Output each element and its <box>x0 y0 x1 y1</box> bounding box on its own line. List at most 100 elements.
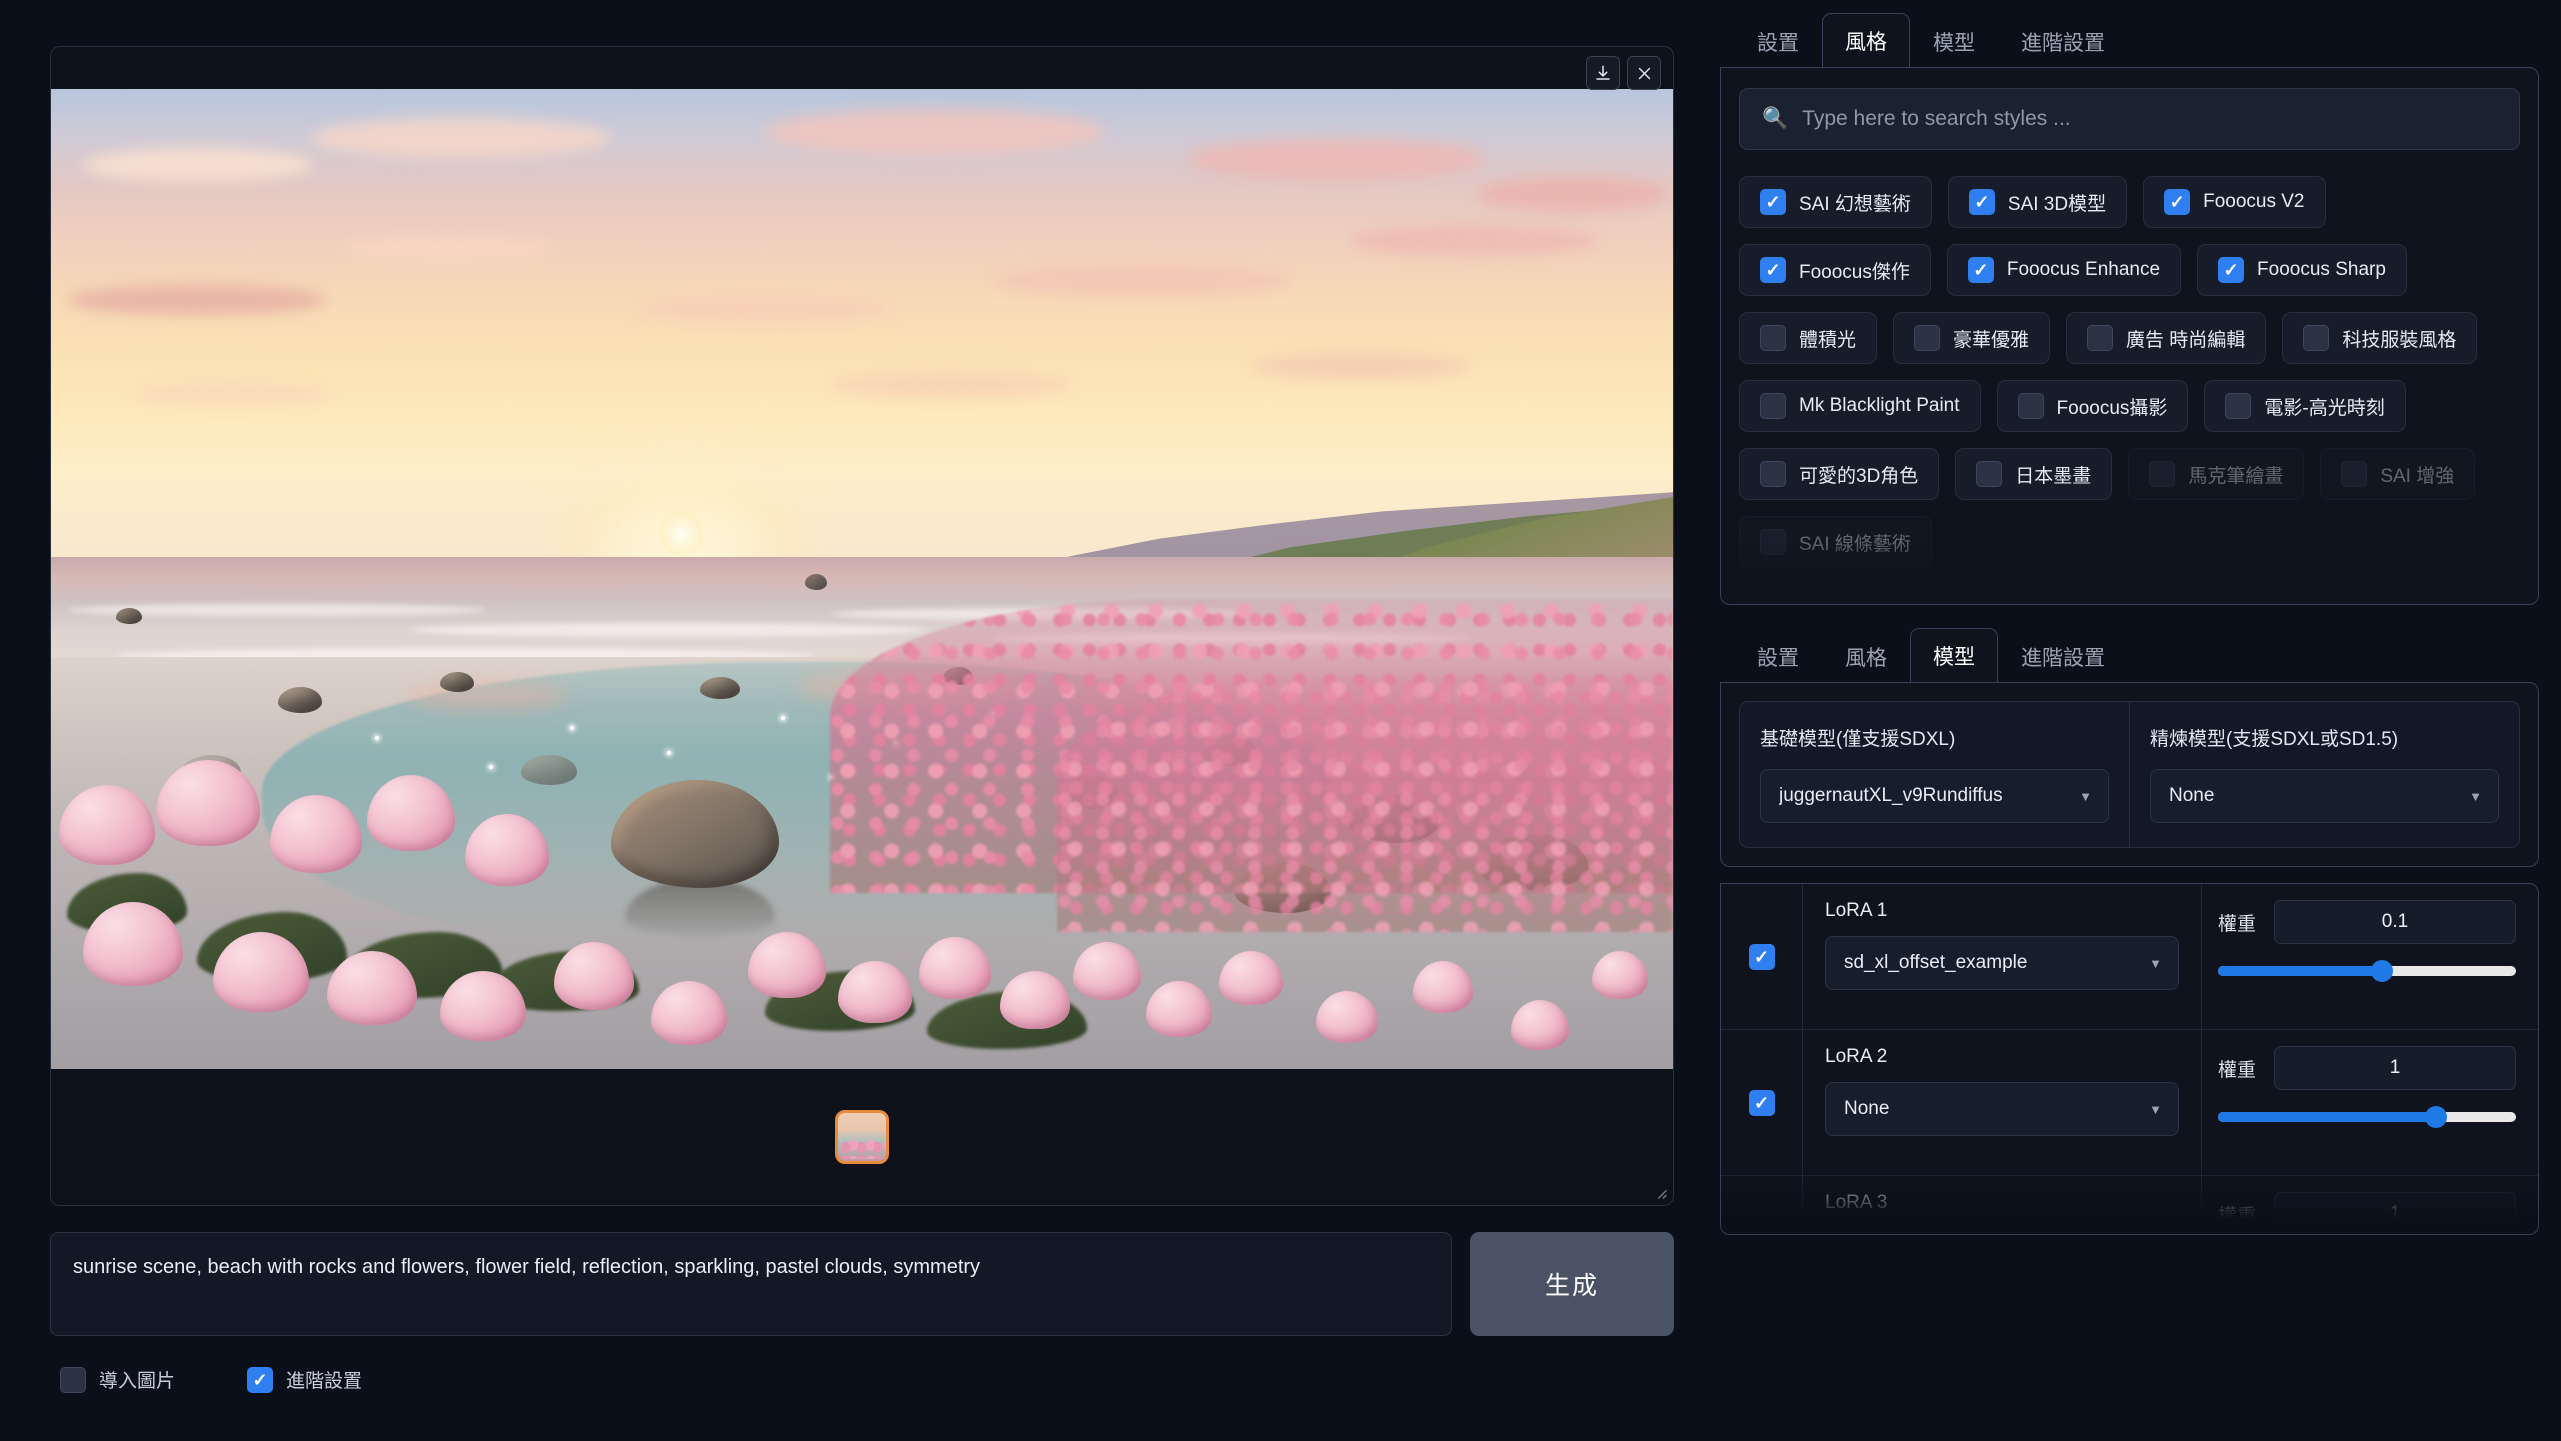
style-checkbox[interactable] <box>1760 529 1786 555</box>
style-chip[interactable]: 可愛的3D角色 <box>1739 448 1940 500</box>
refiner-model-value: None <box>2169 785 2215 806</box>
style-chip[interactable]: Fooocus V2 <box>2143 176 2326 228</box>
style-chip[interactable]: Fooocus攝影 <box>1996 380 2189 432</box>
style-chip[interactable]: SAI 3D模型 <box>1947 176 2128 228</box>
lora-model-select[interactable]: None ▼ <box>1825 1082 2179 1136</box>
lora-enable-cell <box>1721 1030 1803 1175</box>
style-chip[interactable]: Mk Blacklight Paint <box>1739 380 1981 432</box>
tab-advanced-2[interactable]: 進階設置 <box>1998 629 2128 683</box>
import-image-checkbox[interactable] <box>60 1366 86 1393</box>
lora-model-select[interactable]: sd_xl_offset_example ▼ <box>1825 936 2179 990</box>
lora-weight-value[interactable]: 1 <box>2274 1046 2516 1090</box>
generate-button[interactable]: 生成 <box>1470 1232 1674 1336</box>
lora-checkbox[interactable] <box>1748 943 1775 970</box>
style-label: 廣告 時尚編輯 <box>2126 329 2246 351</box>
lora-model-select[interactable]: None ▼ <box>1825 1228 2179 1234</box>
tab-styles[interactable]: 風格 <box>1822 13 1910 68</box>
lora-weight-cell: 權重 1 <box>2202 1030 2538 1175</box>
lora-weight-value[interactable]: 0.1 <box>2274 900 2516 944</box>
tab-advanced[interactable]: 進階設置 <box>1998 14 2128 68</box>
style-checkbox[interactable] <box>1968 189 1995 215</box>
left-column: sunrise scene, beach with rocks and flow… <box>0 0 1712 1441</box>
style-chip[interactable]: 廣告 時尚編輯 <box>2066 312 2267 364</box>
tab-settings[interactable]: 設置 <box>1734 14 1822 68</box>
download-icon[interactable] <box>1586 56 1620 90</box>
tab-models[interactable]: 模型 <box>1910 14 1998 68</box>
prompt-input[interactable]: sunrise scene, beach with rocks and flow… <box>50 1232 1452 1336</box>
style-checkbox[interactable] <box>2017 393 2044 419</box>
lora-weight-cell: 權重 0.1 <box>2202 884 2538 1029</box>
option-import-image[interactable]: 導入圖片 <box>60 1366 175 1393</box>
styles-tabs: 設置 風格 模型 進階設置 <box>1720 12 2539 68</box>
style-label: 日本墨畫 <box>2015 465 2092 487</box>
style-search-input[interactable]: 🔍 Type here to search styles ... <box>1739 88 2520 150</box>
style-chip[interactable]: 體積光 <box>1739 312 1878 364</box>
image-toolbar <box>1586 56 1661 90</box>
lora-row: LoRA 1 sd_xl_offset_example ▼ 權重 0.1 <box>1721 884 2538 1030</box>
style-label: Fooocus傑作 <box>1799 261 1910 283</box>
advanced-settings-label: 進階設置 <box>286 1371 363 1392</box>
style-checkbox[interactable] <box>2149 461 2176 487</box>
style-chip[interactable]: 日本墨畫 <box>1955 448 2113 500</box>
style-label: 豪華優雅 <box>1953 329 2030 351</box>
lora-weight-slider[interactable] <box>2218 1106 2516 1128</box>
style-checkbox[interactable] <box>2225 393 2252 419</box>
tab-styles-2[interactable]: 風格 <box>1822 629 1910 683</box>
model-selectors: 基礎模型(僅支援SDXL) juggernautXL_v9Rundiffus ▼… <box>1739 701 2520 848</box>
lora-name: LoRA 2 <box>1825 1046 1888 1067</box>
style-label: 可愛的3D角色 <box>1799 465 1919 487</box>
style-checkbox[interactable] <box>1976 461 2003 487</box>
style-chip[interactable]: Fooocus傑作 <box>1739 244 1931 296</box>
style-checkbox[interactable] <box>1914 325 1941 351</box>
style-chip[interactable]: Fooocus Sharp <box>2197 244 2407 296</box>
advanced-settings-checkbox[interactable] <box>247 1366 274 1393</box>
style-checkbox[interactable] <box>2218 257 2245 283</box>
style-chip-list: SAI 幻想藝術 SAI 3D模型 Fooocus V2 Fooocus傑作 F… <box>1739 176 2520 568</box>
style-chip[interactable]: 電影-高光時刻 <box>2204 380 2406 432</box>
style-label: Fooocus攝影 <box>2056 397 2168 419</box>
style-chip[interactable]: 豪華優雅 <box>1893 312 2051 364</box>
slider-fill <box>2218 966 2382 976</box>
lora-weight-value[interactable]: 1 <box>2274 1192 2516 1234</box>
style-checkbox[interactable] <box>2164 189 2191 215</box>
lora-enable-cell <box>1721 884 1803 1029</box>
thumbnail-strip <box>51 1069 1673 1205</box>
chevron-down-icon: ▼ <box>2469 788 2482 804</box>
option-advanced-settings[interactable]: 進階設置 <box>247 1366 362 1393</box>
slider-knob[interactable] <box>2370 960 2393 982</box>
style-checkbox[interactable] <box>2087 325 2114 351</box>
style-checkbox[interactable] <box>1760 461 1786 487</box>
style-chip[interactable]: SAI 線條藝術 <box>1739 516 1932 568</box>
base-model-cell: 基礎模型(僅支援SDXL) juggernautXL_v9Rundiffus ▼ <box>1740 702 2129 847</box>
prompt-row: sunrise scene, beach with rocks and flow… <box>50 1232 1674 1336</box>
close-icon[interactable] <box>1627 56 1661 90</box>
fooocus-app: sunrise scene, beach with rocks and flow… <box>0 0 2561 1441</box>
style-chip[interactable]: SAI 幻想藝術 <box>1739 176 1932 228</box>
style-chip[interactable]: 馬克筆繪畫 <box>2128 448 2305 500</box>
style-chip[interactable]: 科技服裝風格 <box>2282 312 2478 364</box>
style-checkbox[interactable] <box>1760 257 1786 283</box>
style-checkbox[interactable] <box>1760 189 1786 215</box>
refiner-model-select[interactable]: None ▼ <box>2150 769 2499 823</box>
style-label: 馬克筆繪畫 <box>2188 465 2284 487</box>
style-checkbox[interactable] <box>2303 325 2330 351</box>
base-model-select[interactable]: juggernautXL_v9Rundiffus ▼ <box>1760 769 2109 823</box>
tab-settings-2[interactable]: 設置 <box>1734 629 1822 683</box>
style-chip[interactable]: Fooocus Enhance <box>1946 244 2182 296</box>
slider-knob[interactable] <box>2424 1106 2447 1128</box>
style-label: SAI 幻想藝術 <box>1799 193 1911 215</box>
resize-handle-icon[interactable] <box>1653 1185 1668 1200</box>
image-thumbnail[interactable] <box>835 1110 889 1164</box>
style-checkbox[interactable] <box>1967 257 1994 283</box>
lora-weight-slider[interactable] <box>2218 960 2516 982</box>
style-label: SAI 增強 <box>2380 465 2455 487</box>
lora-model-cell: LoRA 2 None ▼ <box>1803 1030 2202 1175</box>
style-checkbox[interactable] <box>1760 325 1786 351</box>
style-checkbox[interactable] <box>2341 461 2368 487</box>
tab-models-2[interactable]: 模型 <box>1910 628 1998 683</box>
style-chip[interactable]: SAI 增強 <box>2320 448 2476 500</box>
style-checkbox[interactable] <box>1760 393 1786 419</box>
lora-row: LoRA 3 None ▼ 權重 1 <box>1721 1176 2538 1234</box>
style-label: 體積光 <box>1799 329 1857 351</box>
lora-checkbox[interactable] <box>1748 1089 1775 1116</box>
